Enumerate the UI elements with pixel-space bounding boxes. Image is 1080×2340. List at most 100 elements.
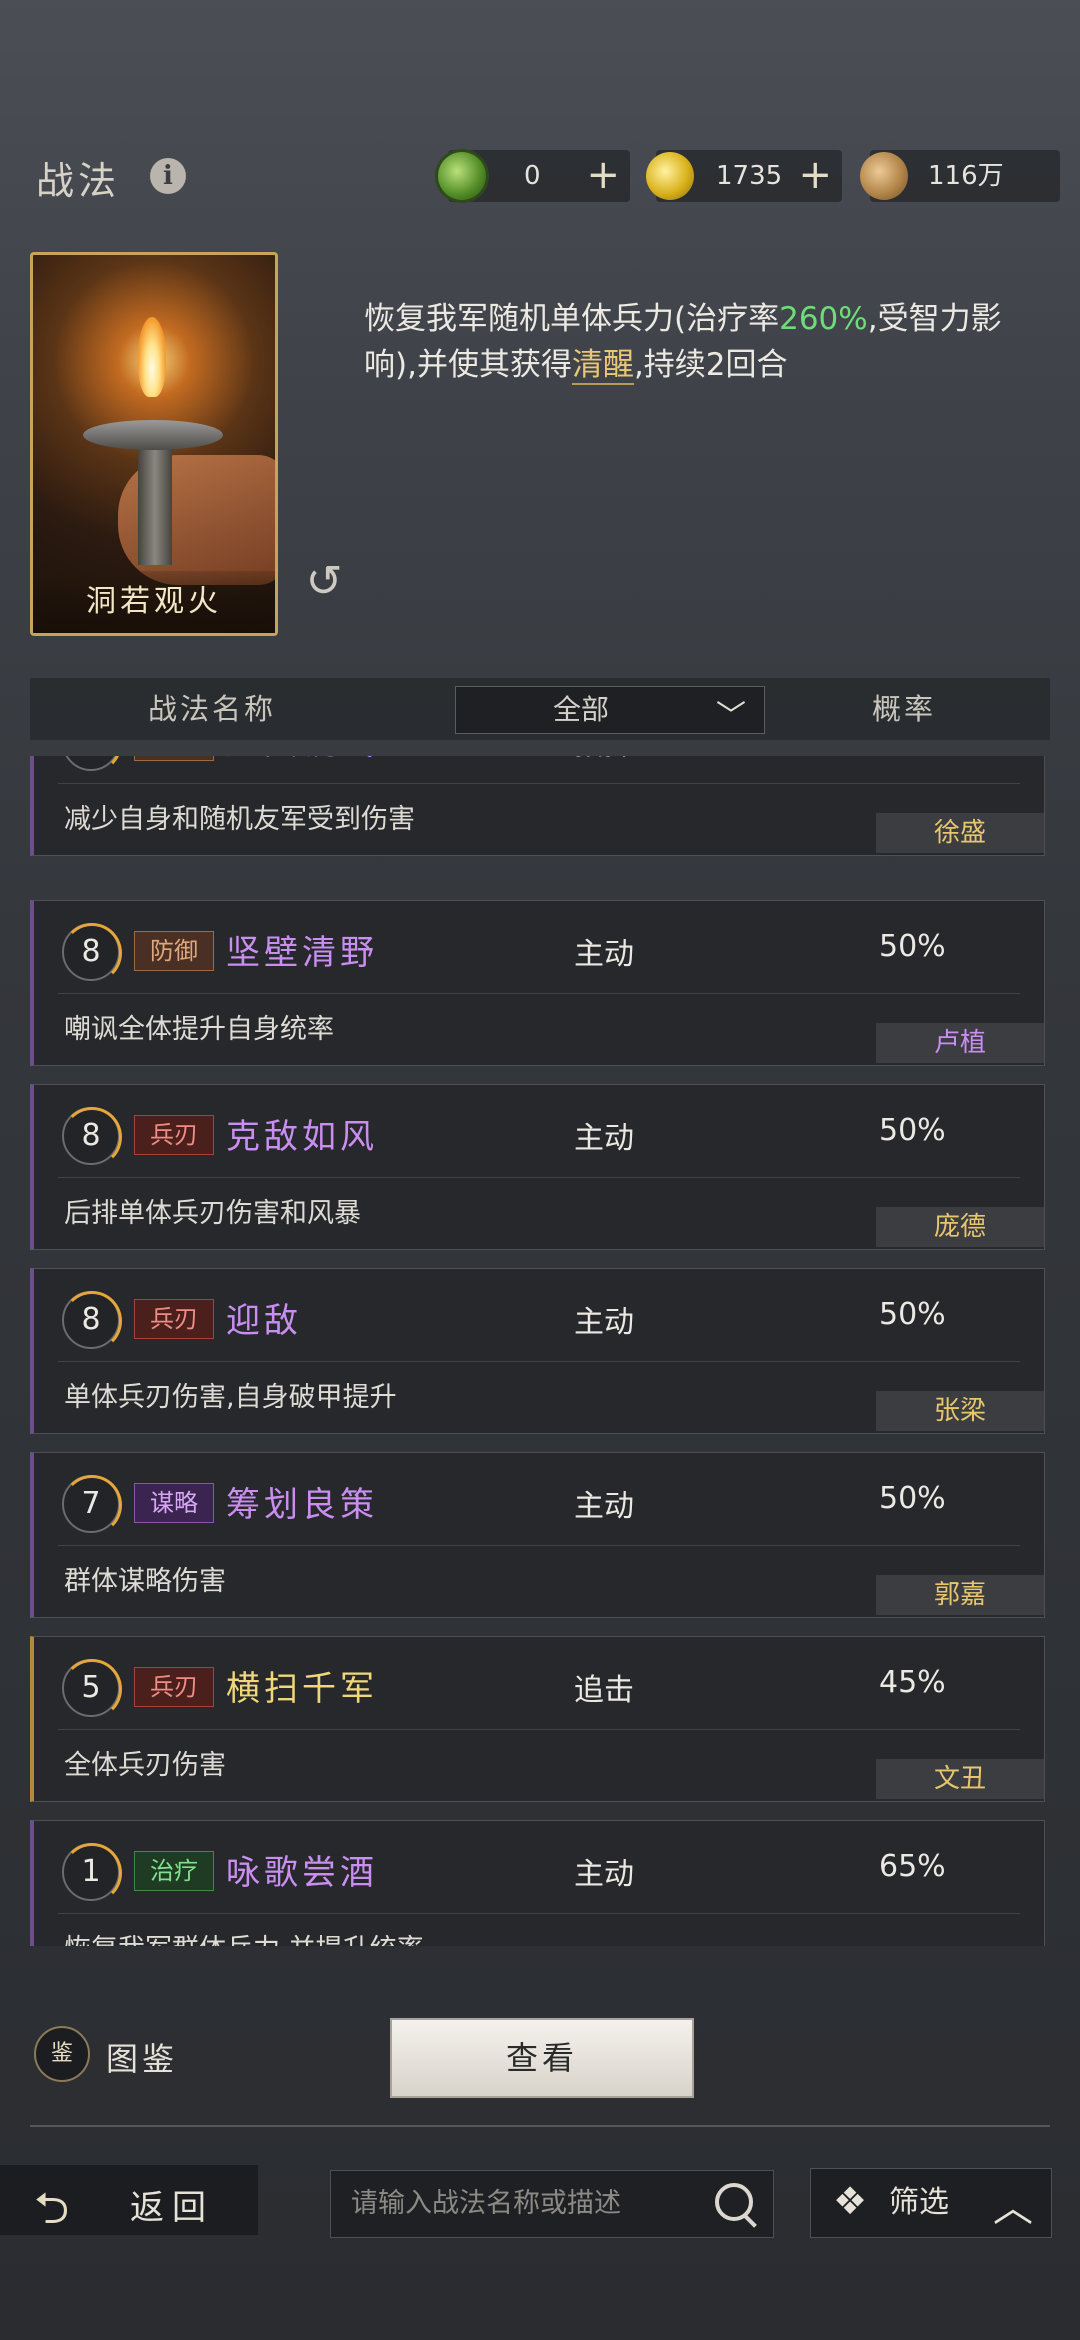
tactic-name: 咏歌尝酒 (226, 1853, 378, 1893)
filter-label: 筛选 (889, 2185, 949, 2220)
tactic-tag: 兵刃 (134, 1667, 214, 1707)
row-divider (58, 1545, 1020, 1546)
filter-button[interactable]: ❖ 筛选 ︿ (810, 2168, 1052, 2238)
row-divider (58, 1913, 1020, 1914)
hero-tag[interactable]: 徐盛 (876, 813, 1044, 853)
tactic-rate: 50% (879, 929, 946, 964)
search-input[interactable]: 请输入战法名称或描述 (330, 2170, 774, 2238)
tactic-name: 克敌如风 (226, 1117, 378, 1157)
chevron-down-icon: ﹀ (716, 699, 746, 734)
tactic-row[interactable]: 1 治疗咏歌尝酒 主动 65% 恢复我军群体兵力,并提升统率 (30, 1820, 1045, 1946)
tactic-row[interactable]: 5 兵刃 横扫千军 追击 45% 全体兵刃伤害 文丑 (30, 1636, 1045, 1802)
desc-text: 恢复我军随机单体兵力(治疗率 (364, 301, 780, 337)
tactic-rate: 50% (879, 1297, 946, 1332)
gold-resource: 1735 + (646, 150, 842, 202)
tactic-name: 迎敌 (226, 1301, 302, 1341)
tactic-type: 指挥 (574, 756, 634, 763)
level-progress-arc (62, 1291, 122, 1351)
hero-tag[interactable]: 张梁 (876, 1391, 1044, 1431)
name-column-header: 战法名称 (148, 692, 277, 726)
tactic-tag: 兵刃 (134, 1115, 214, 1155)
level-progress-arc (62, 1843, 122, 1903)
tactic-type: 主动 (574, 937, 634, 972)
back-arrow-icon[interactable]: ⮌ (34, 2176, 69, 2251)
tactic-desc: 全体兵刃伤害 (64, 1750, 226, 1781)
level-progress-arc (62, 1475, 122, 1535)
tactic-list[interactable]: 8防御避其锐气指挥100%减少自身和随机友军受到伤害徐盛8防御坚壁清野主动50%… (30, 756, 1050, 1946)
tactic-name: 筹划良策 (226, 1485, 378, 1525)
tactic-tag: 治疗 (134, 1851, 214, 1891)
tactic-card[interactable]: 洞若观火 (30, 252, 278, 636)
tactic-desc: 恢复我军群体兵力,并提升统率 (64, 1927, 424, 1946)
tactic-rate: 50% (879, 1113, 946, 1148)
tactic-type: 主动 (574, 1121, 634, 1156)
jade-resource: 0 + (438, 150, 630, 202)
candle-cup-art (83, 420, 223, 450)
tactic-tag: 防御 (134, 756, 214, 761)
search-icon[interactable] (715, 2183, 753, 2221)
flame-art (138, 317, 166, 397)
tactic-row[interactable]: 8 防御 坚壁清野 主动 50% 嘲讽全体提升自身统率 卢植 (30, 900, 1045, 1066)
atlas-icon[interactable]: 鉴 (34, 2026, 90, 2082)
page-title: 战法 (36, 159, 121, 203)
hero-tag[interactable]: 卢植 (876, 1023, 1044, 1063)
tactic-row[interactable]: 8 兵刃 克敌如风 主动 50% 后排单体兵刃伤害和风暴 庞德 (30, 1084, 1045, 1250)
keyword-link[interactable]: 清醒 (571, 347, 634, 385)
tactic-row[interactable]: 8防御避其锐气指挥100%减少自身和随机友军受到伤害徐盛 (30, 756, 1045, 856)
row-divider (58, 1361, 1020, 1362)
type-filter-dropdown[interactable]: 全部 ﹀ (455, 686, 765, 734)
tactic-name: 坚壁清野 (226, 933, 378, 973)
level-progress-arc (62, 1107, 122, 1167)
divider (30, 2125, 1050, 2127)
level-progress-arc (62, 923, 122, 983)
rate-column-header: 概率 (872, 692, 937, 726)
back-label[interactable]: 返回 (130, 2180, 214, 2229)
jade-coin-icon (438, 152, 486, 200)
gold-coin-icon (646, 152, 694, 200)
row-divider (58, 1729, 1020, 1730)
tactic-type: 追击 (574, 1673, 634, 1708)
level-progress-arc (62, 1659, 122, 1719)
copper-coin-icon (860, 152, 908, 200)
card-name: 洞若观火 (33, 571, 275, 633)
tactic-rate: 45% (879, 1665, 946, 1700)
tactic-rate: 65% (879, 1849, 946, 1884)
copper-value: 116万 (928, 161, 1004, 191)
jade-value: 0 (524, 161, 541, 191)
chevron-up-icon: ︿ (993, 2185, 1033, 2231)
tactic-tag: 防御 (134, 931, 214, 971)
level-badge: 8 (62, 756, 122, 773)
tactic-desc: 群体谋略伤害 (64, 1566, 226, 1597)
tactic-type: 主动 (574, 1305, 634, 1340)
level-badge: 7 (62, 1475, 122, 1535)
add-gold-button[interactable]: + (798, 150, 832, 202)
view-button[interactable]: 查看 (390, 2018, 694, 2098)
add-jade-button[interactable]: + (586, 150, 620, 202)
tactic-row[interactable]: 7 谋略 筹划良策 主动 50% 群体谋略伤害 郭嘉 (30, 1452, 1045, 1618)
tactic-desc: 单体兵刃伤害,自身破甲提升 (64, 1382, 397, 1413)
tactic-desc: 后排单体兵刃伤害和风暴 (64, 1198, 361, 1229)
level-badge: 8 (62, 923, 122, 983)
search-placeholder: 请输入战法名称或描述 (351, 2188, 621, 2219)
level-badge: 1 (62, 1843, 122, 1903)
tactic-rate: 50% (879, 1481, 946, 1516)
tactic-type: 主动 (574, 1857, 634, 1892)
level-progress-arc (62, 756, 122, 773)
tactic-name: 避其锐气 (226, 756, 378, 764)
atlas-label[interactable]: 图鉴 (106, 2034, 178, 2080)
info-icon[interactable]: i (150, 158, 186, 194)
row-divider (58, 993, 1020, 994)
hero-tag[interactable]: 庞德 (876, 1207, 1044, 1247)
level-badge: 8 (62, 1291, 122, 1351)
level-badge: 8 (62, 1107, 122, 1167)
row-divider (58, 783, 1020, 784)
tactic-row[interactable]: 8 兵刃 迎敌 主动 50% 单体兵刃伤害,自身破甲提升 张梁 (30, 1268, 1045, 1434)
tactic-name: 横扫千军 (226, 1669, 378, 1709)
refresh-icon[interactable]: ↺ (300, 558, 348, 606)
hero-tag[interactable]: 文丑 (876, 1759, 1044, 1799)
hero-tag[interactable]: 郭嘉 (876, 1575, 1044, 1615)
tactic-description: 恢复我军随机单体兵力(治疗率260%,受智力影响),并使其获得清醒,持续2回合 (364, 296, 1004, 388)
level-badge: 5 (62, 1659, 122, 1719)
filter-value: 全部 (552, 693, 609, 726)
tactic-desc: 减少自身和随机友军受到伤害 (64, 804, 415, 835)
